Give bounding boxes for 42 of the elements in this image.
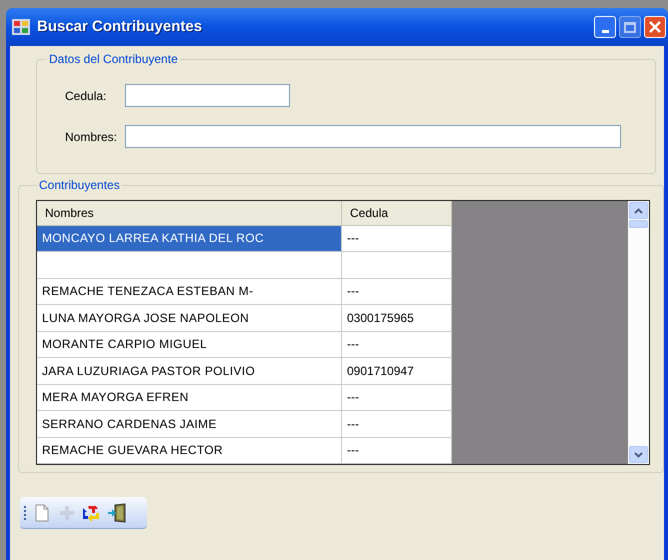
table-cell[interactable] — [342, 252, 452, 278]
maximize-button[interactable] — [619, 16, 641, 38]
table-cell[interactable]: --- — [342, 438, 452, 464]
document-icon — [34, 504, 48, 522]
exit-door-icon — [106, 502, 126, 522]
field-label: Cedula: — [65, 88, 108, 104]
table-cell[interactable]: --- — [342, 332, 452, 358]
window-title: Buscar Contribuyentes — [37, 16, 202, 37]
table-cell[interactable]: MONCAYO LARREA KATHIA DEL ROC — [37, 226, 342, 252]
group-legend: Datos del Contribuyente — [47, 50, 180, 68]
chevron-down-icon — [634, 452, 643, 458]
table-cell[interactable]: LUNA MAYORGA JOSE NAPOLEON — [37, 305, 342, 331]
table-cell[interactable]: --- — [342, 226, 452, 252]
column-header[interactable]: Cedula — [342, 201, 452, 225]
table-cell[interactable] — [37, 252, 342, 278]
scroll-thumb[interactable] — [629, 220, 648, 228]
input-field[interactable] — [125, 84, 290, 107]
table-cell[interactable]: --- — [342, 411, 452, 437]
close-button[interactable] — [644, 16, 666, 38]
table-cell[interactable]: REMACHE TENEZACA ESTEBAN M- — [37, 278, 342, 304]
table-cell[interactable]: --- — [342, 384, 452, 410]
scroll-up-button[interactable] — [629, 202, 648, 219]
table-cell[interactable]: REMACHE GUEVARA HECTOR — [37, 438, 342, 464]
minimize-button[interactable] — [594, 16, 616, 38]
toolbar-button[interactable] — [105, 500, 128, 524]
input-field[interactable] — [125, 125, 621, 148]
table-cell[interactable]: --- — [342, 278, 452, 304]
table-cell[interactable]: MERA MAYORGA EFREN — [37, 384, 342, 410]
table-cell[interactable]: MORANTE CARPIO MIGUEL — [37, 332, 342, 358]
table-cell[interactable]: JARA LUZURIAGA PASTOR POLIVIO — [37, 358, 342, 384]
vertical-scrollbar[interactable] — [628, 201, 649, 464]
field-label: Nombres: — [65, 128, 118, 146]
scroll-down-button[interactable] — [629, 446, 648, 463]
group-legend: Contribuyentes — [38, 176, 121, 194]
close-icon — [649, 21, 661, 33]
column-header[interactable]: Nombres — [37, 201, 342, 225]
chevron-up-icon — [634, 208, 643, 214]
table-cell[interactable]: 0901710947 — [342, 358, 452, 384]
table-cell[interactable]: 0300175965 — [342, 305, 452, 331]
table-cell[interactable]: SERRANO CARDENAS JAIME — [37, 411, 342, 437]
plus-icon — [60, 506, 74, 520]
app-icon — [12, 19, 30, 35]
